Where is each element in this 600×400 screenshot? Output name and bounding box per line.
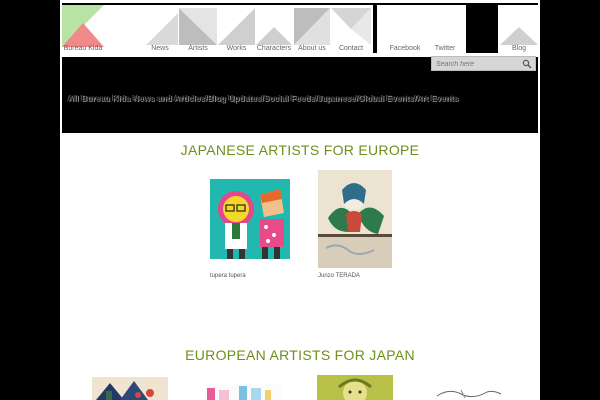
europe-artwork-4-icon [431,386,507,400]
nav-about[interactable]: About us [294,5,330,53]
europe-artwork-1-icon [92,377,168,400]
search-input[interactable] [436,58,520,70]
nav-facebook-label: Facebook [389,45,421,52]
artist-caption-terada[interactable]: Junzo TERADA [318,273,360,279]
nav-artists-label: Artists [188,45,208,52]
section-title-european: EUROPEAN ARTISTS FOR JAPAN [185,347,415,363]
nav-black-tile [466,5,498,53]
nav-twitter[interactable]: Twitter [428,5,462,53]
logo-link[interactable]: Bureau Kida [62,5,104,53]
artist-thumb-europe-1[interactable] [92,377,168,400]
europe-artwork-3-icon [317,375,393,400]
nav-facebook[interactable]: Facebook [382,5,428,53]
nav-blog-label: Blog [511,45,526,52]
nav-news-label: News [151,45,169,52]
nav-news[interactable]: News [142,5,178,53]
nav-works[interactable]: Works [218,5,255,53]
section-title-japanese: JAPANESE ARTISTS FOR EUROPE [180,142,420,158]
banner-text: All Bureau Kida News and Articles/Blog U… [68,94,459,103]
artist-caption-tupera[interactable]: tupera tupera [210,273,246,279]
nav-blog[interactable]: Blog [500,5,538,53]
artist-thumb-europe-2[interactable] [205,384,281,400]
logo-label: Bureau Kida [63,45,103,52]
tupera-artwork-icon [210,179,290,259]
nav-separator [373,5,377,53]
nav-characters-label: Characters [256,45,292,52]
nav-characters[interactable]: Characters [256,5,292,53]
nav-contact[interactable]: Contact [331,5,371,53]
nav-about-label: About us [298,45,326,52]
terada-artwork-icon [318,170,392,268]
artist-thumb-terada[interactable] [318,170,392,268]
search-icon[interactable] [522,59,532,69]
page: Bureau Kida News Artists Works Character… [0,0,600,400]
nav-twitter-label: Twitter [434,45,456,52]
search-box [431,56,536,71]
artist-thumb-europe-3[interactable] [317,375,393,400]
nav-works-label: Works [226,45,247,52]
nav-artists[interactable]: Artists [179,5,217,53]
europe-artwork-2-icon [205,384,281,400]
nav-contact-label: Contact [338,45,364,52]
artist-thumb-tupera[interactable] [210,179,290,259]
artist-thumb-europe-4[interactable] [431,386,507,400]
